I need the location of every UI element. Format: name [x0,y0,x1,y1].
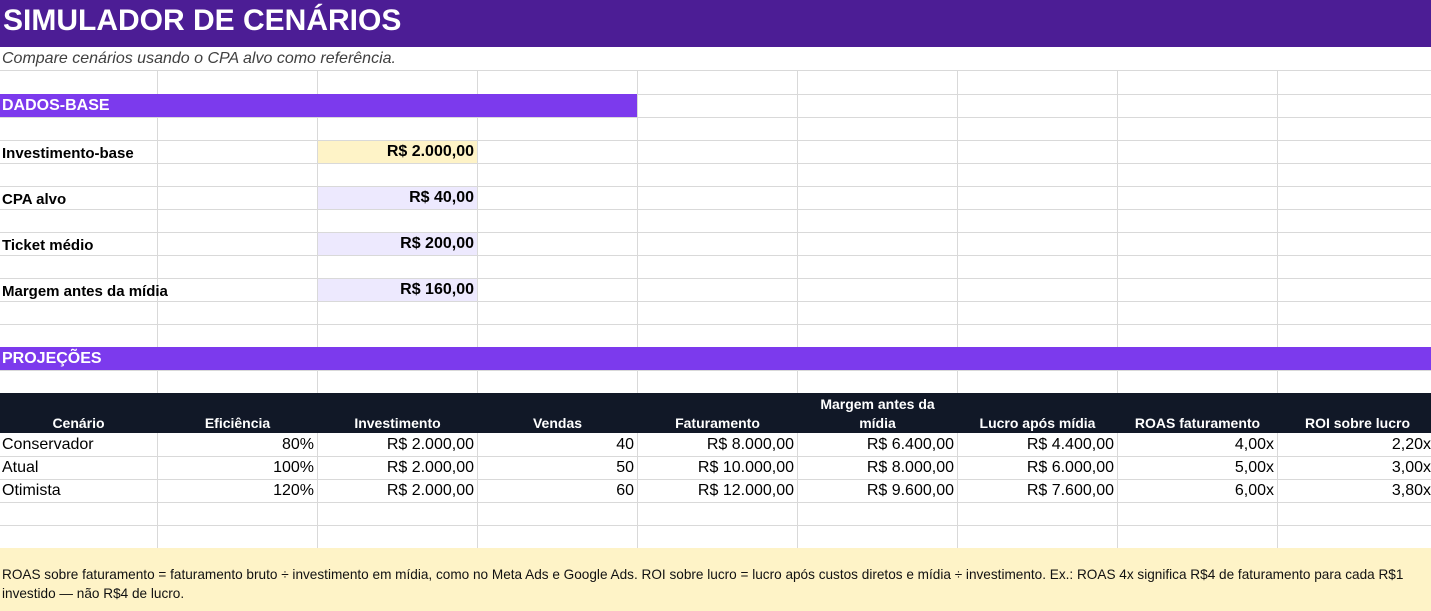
cell-investimento[interactable]: R$ 2.000,00 [318,480,474,502]
cell-faturamento[interactable]: R$ 10.000,00 [638,457,794,479]
section-title-projecoes: PROJEÇÕES [2,350,102,367]
cell-eficiencia[interactable]: 80% [158,434,314,456]
value-margem-antes-midia[interactable]: R$ 160,00 [318,279,477,301]
cell-roi[interactable]: 2,20x [1278,434,1431,456]
cell-roi[interactable]: 3,00x [1278,457,1431,479]
table-header-row: Cenário Eficiência Investimento Vendas F… [0,393,1431,433]
cell-vendas[interactable]: 50 [478,457,634,479]
cell-cenario[interactable]: Conservador [2,434,94,456]
label-investimento-base: Investimento-base [2,145,134,162]
section-header-dados-base: DADOS-BASE [0,94,637,117]
cell-margem[interactable]: R$ 6.400,00 [798,434,954,456]
column-header-margem-line1[interactable]: Margem antes da [798,396,957,412]
cell-cenario[interactable]: Atual [2,457,38,479]
explanatory-note: ROAS sobre faturamento = faturamento bru… [0,548,1431,611]
column-header-margem-line2[interactable]: mídia [798,415,957,431]
column-header-eficiencia[interactable]: Eficiência [158,415,317,431]
value-ticket-medio[interactable]: R$ 200,00 [318,233,477,255]
cell-investimento[interactable]: R$ 2.000,00 [318,457,474,479]
cell-roi[interactable]: 3,80x [1278,480,1431,502]
title-bar: SIMULADOR DE CENÁRIOS [0,0,1431,47]
page-title: SIMULADOR DE CENÁRIOS [3,4,402,37]
cell-eficiencia[interactable]: 100% [158,457,314,479]
column-header-investimento[interactable]: Investimento [318,415,477,431]
label-ticket-medio: Ticket médio [2,237,94,254]
cell-faturamento[interactable]: R$ 8.000,00 [638,434,794,456]
cell-roas[interactable]: 4,00x [1118,434,1274,456]
value-cpa-alvo[interactable]: R$ 40,00 [318,187,477,209]
section-title-dados-base: DADOS-BASE [2,97,110,114]
cell-cenario[interactable]: Otimista [2,480,61,502]
cell-vendas[interactable]: 40 [478,434,634,456]
column-header-roas[interactable]: ROAS faturamento [1118,415,1277,431]
cell-faturamento[interactable]: R$ 12.000,00 [638,480,794,502]
cell-lucro[interactable]: R$ 4.400,00 [958,434,1114,456]
cell-lucro[interactable]: R$ 6.000,00 [958,457,1114,479]
note-text: ROAS sobre faturamento = faturamento bru… [2,567,1404,601]
page-subtitle: Compare cenários usando o CPA alvo como … [2,50,396,67]
cell-margem[interactable]: R$ 9.600,00 [798,480,954,502]
cell-eficiencia[interactable]: 120% [158,480,314,502]
cell-margem[interactable]: R$ 8.000,00 [798,457,954,479]
label-cpa-alvo: CPA alvo [2,191,67,208]
section-header-projecoes: PROJEÇÕES [0,347,1431,370]
cell-vendas[interactable]: 60 [478,480,634,502]
cell-roas[interactable]: 6,00x [1118,480,1274,502]
column-header-roi[interactable]: ROI sobre lucro [1278,415,1431,431]
cell-roas[interactable]: 5,00x [1118,457,1274,479]
column-header-faturamento[interactable]: Faturamento [638,415,797,431]
column-header-cenario[interactable]: Cenário [0,415,157,431]
input-investimento-base[interactable]: R$ 2.000,00 [318,141,477,163]
cell-investimento[interactable]: R$ 2.000,00 [318,434,474,456]
column-header-vendas[interactable]: Vendas [478,415,637,431]
column-header-lucro[interactable]: Lucro após mídia [958,415,1117,431]
cell-lucro[interactable]: R$ 7.600,00 [958,480,1114,502]
label-margem-antes-midia: Margem antes da mídia [2,283,168,300]
